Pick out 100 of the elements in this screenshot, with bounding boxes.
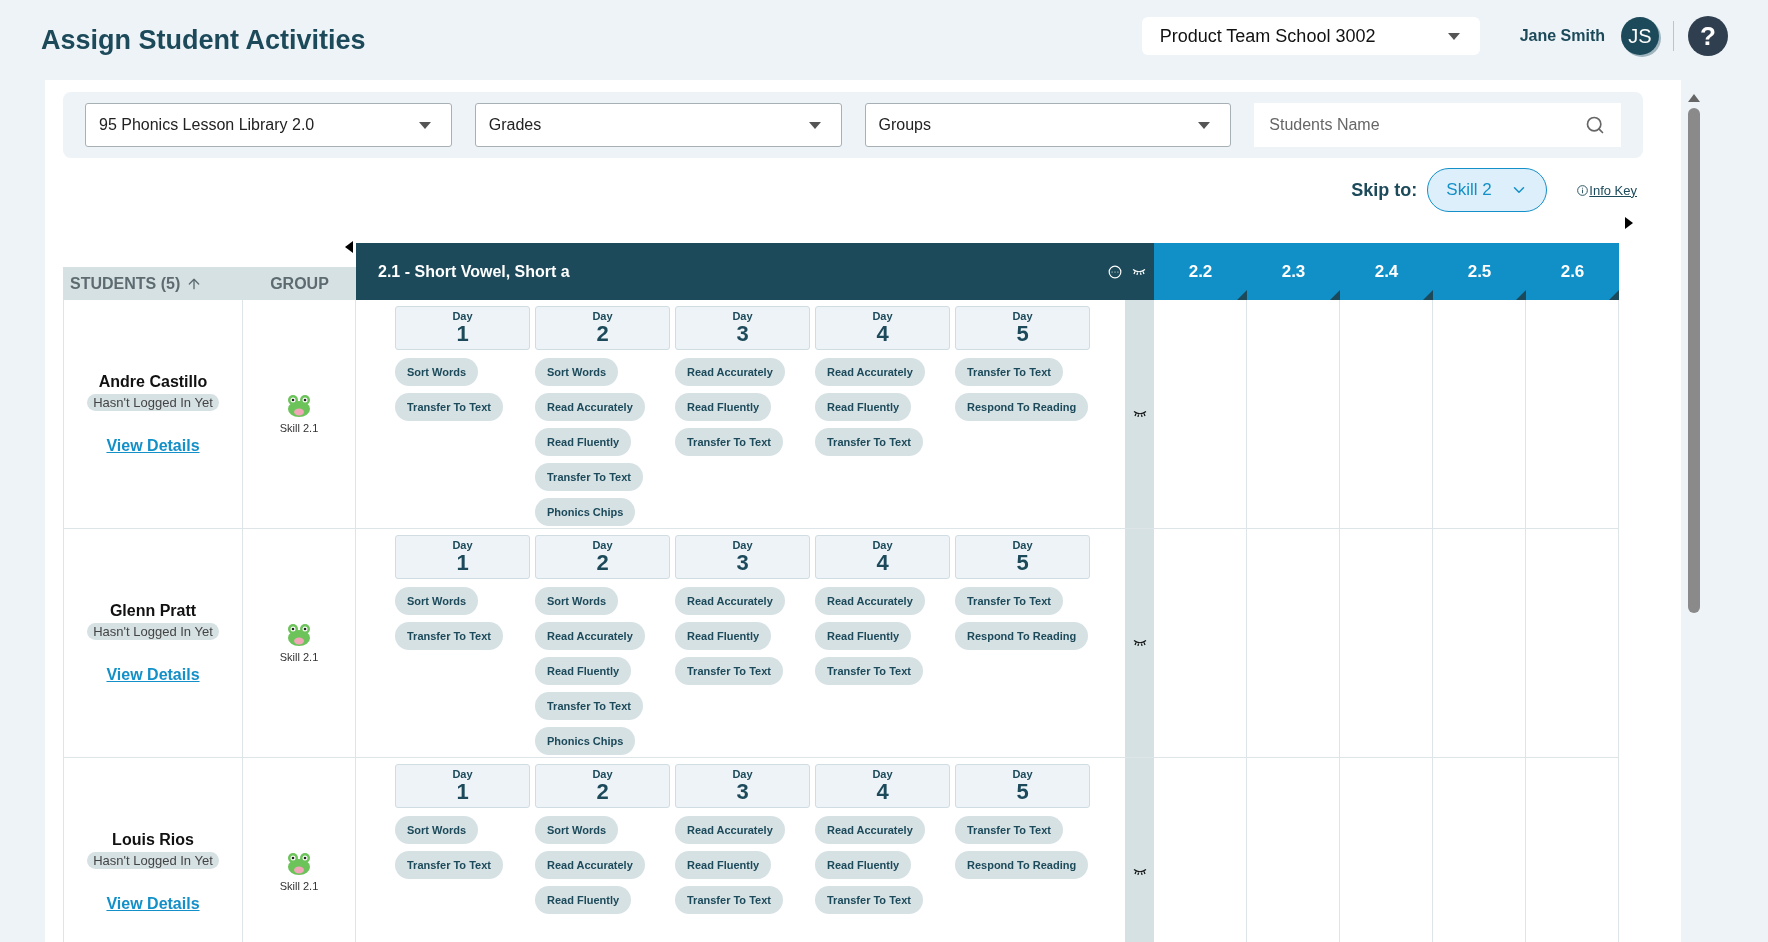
- day-label: Day: [452, 539, 473, 551]
- activity-chip[interactable]: Sort Words: [535, 816, 619, 844]
- activity-chip[interactable]: Sort Words: [395, 816, 479, 844]
- corner-icon: [1237, 290, 1247, 300]
- activity-chip[interactable]: Read Fluently: [535, 657, 632, 685]
- closed-eye-icon[interactable]: [1132, 410, 1147, 418]
- activity-chip[interactable]: Read Accurately: [675, 816, 785, 844]
- activity-chip[interactable]: Sort Words: [535, 358, 619, 386]
- activity-chip[interactable]: Transfer To Text: [675, 657, 783, 685]
- day-label: Day: [592, 539, 613, 551]
- activity-chip[interactable]: Read Fluently: [815, 393, 912, 421]
- activity-chip[interactable]: Transfer To Text: [395, 393, 503, 421]
- activity-chip[interactable]: Read Accurately: [815, 358, 925, 386]
- closed-eye-icon[interactable]: [1132, 868, 1147, 876]
- activity-chip[interactable]: Read Accurately: [815, 587, 925, 615]
- activity-chip[interactable]: Transfer To Text: [815, 886, 923, 914]
- activity-chip[interactable]: Read Fluently: [815, 622, 912, 650]
- day-label: Day: [452, 768, 473, 780]
- activity-chip[interactable]: Transfer To Text: [955, 816, 1063, 844]
- group-label: Skill 2.1: [279, 880, 319, 892]
- skill-column-header[interactable]: 2.5: [1433, 243, 1526, 300]
- caret-icon: [1198, 121, 1211, 129]
- caret-icon: [808, 121, 821, 129]
- activity-chip[interactable]: Transfer To Text: [675, 886, 783, 914]
- activity-chip[interactable]: Transfer To Text: [955, 358, 1063, 386]
- info-key-link[interactable]: Info Key: [1577, 182, 1637, 198]
- activity-chip[interactable]: Read Fluently: [675, 622, 772, 650]
- day-number: 4: [876, 780, 889, 804]
- more-icon[interactable]: [1108, 264, 1122, 279]
- activity-chip[interactable]: Sort Words: [395, 358, 479, 386]
- page-title: Assign Student Activities: [41, 24, 367, 56]
- skill-column-header[interactable]: 2.3: [1247, 243, 1340, 300]
- skill-title[interactable]: 2.1 - Short Vowel, Short a: [378, 262, 1098, 281]
- scroll-up-icon[interactable]: [1688, 94, 1700, 102]
- activity-chip[interactable]: Transfer To Text: [675, 428, 783, 456]
- activity-chip[interactable]: Read Fluently: [815, 851, 912, 879]
- activity-chip[interactable]: Transfer To Text: [535, 463, 643, 491]
- login-status: Hasn't Logged In Yet: [87, 394, 219, 411]
- caret-icon: [1447, 32, 1460, 40]
- grades-dropdown[interactable]: Grades: [474, 103, 842, 147]
- activity-chip[interactable]: Sort Words: [535, 587, 619, 615]
- view-details-link[interactable]: View Details: [106, 666, 200, 684]
- day-label: Day: [872, 539, 893, 551]
- user-avatar[interactable]: JS: [1621, 17, 1659, 55]
- activity-chip[interactable]: Read Accurately: [535, 851, 645, 879]
- students-header[interactable]: STUDENTS (5): [63, 267, 243, 300]
- student-name: Louis Rios: [112, 831, 194, 849]
- user-name: Jane Smith: [1519, 27, 1605, 45]
- school-dropdown[interactable]: Product Team School 3002: [1141, 17, 1480, 55]
- activity-chip[interactable]: Transfer To Text: [815, 657, 923, 685]
- activity-chip[interactable]: Phonics Chips: [535, 727, 636, 755]
- day-label: Day: [1012, 539, 1033, 551]
- activity-chip[interactable]: Read Fluently: [535, 428, 632, 456]
- activity-chip[interactable]: Read Accurately: [675, 358, 785, 386]
- activity-chip[interactable]: Read Accurately: [535, 393, 645, 421]
- activity-chip[interactable]: Transfer To Text: [395, 851, 503, 879]
- day-label: Day: [732, 768, 753, 780]
- activity-chip[interactable]: Transfer To Text: [815, 428, 923, 456]
- day-number: 3: [736, 551, 749, 575]
- activity-chip[interactable]: Transfer To Text: [955, 587, 1063, 615]
- day-number: 4: [876, 322, 889, 346]
- activity-chip[interactable]: Read Fluently: [675, 393, 772, 421]
- activity-chip[interactable]: Sort Words: [395, 587, 479, 615]
- activity-chip[interactable]: Read Fluently: [675, 851, 772, 879]
- scroll-right-icon[interactable]: [1625, 217, 1633, 229]
- search-field[interactable]: Students Name: [1254, 103, 1621, 147]
- day-number: 5: [1016, 551, 1029, 575]
- info-icon: [1577, 184, 1589, 196]
- activity-chip[interactable]: Read Fluently: [535, 886, 632, 914]
- scroll-left-icon[interactable]: [345, 241, 353, 253]
- view-details-link[interactable]: View Details: [106, 895, 200, 913]
- activity-chip[interactable]: Respond To Reading: [955, 622, 1089, 650]
- day-number: 4: [876, 551, 889, 575]
- help-button[interactable]: ?: [1688, 16, 1728, 56]
- day-number: 3: [736, 780, 749, 804]
- library-dropdown[interactable]: 95 Phonics Lesson Library 2.0: [85, 103, 452, 147]
- group-label: Skill 2.1: [279, 422, 319, 434]
- activity-chip[interactable]: Read Accurately: [675, 587, 785, 615]
- activity-chip[interactable]: Read Accurately: [535, 622, 645, 650]
- day-label: Day: [732, 539, 753, 551]
- day-label: Day: [732, 310, 753, 322]
- day-label: Day: [452, 310, 473, 322]
- activity-chip[interactable]: Transfer To Text: [395, 622, 503, 650]
- activity-chip[interactable]: Transfer To Text: [535, 692, 643, 720]
- skill-column-header[interactable]: 2.4: [1340, 243, 1433, 300]
- groups-dropdown[interactable]: Groups: [864, 103, 1232, 147]
- scrollbar-thumb[interactable]: [1688, 108, 1700, 613]
- closed-eye-icon[interactable]: [1132, 639, 1147, 647]
- caret-icon: [418, 121, 431, 129]
- activity-chip[interactable]: Respond To Reading: [955, 393, 1089, 421]
- view-details-link[interactable]: View Details: [106, 437, 200, 455]
- corner-icon: [1609, 290, 1619, 300]
- day-number: 1: [456, 551, 469, 575]
- skill-column-header[interactable]: 2.2: [1154, 243, 1247, 300]
- day-number: 1: [456, 780, 469, 804]
- activity-chip[interactable]: Read Accurately: [815, 816, 925, 844]
- activity-chip[interactable]: Respond To Reading: [955, 851, 1089, 879]
- activity-chip[interactable]: Phonics Chips: [535, 498, 636, 526]
- day-number: 2: [596, 322, 609, 346]
- group-label: Skill 2.1: [279, 651, 319, 663]
